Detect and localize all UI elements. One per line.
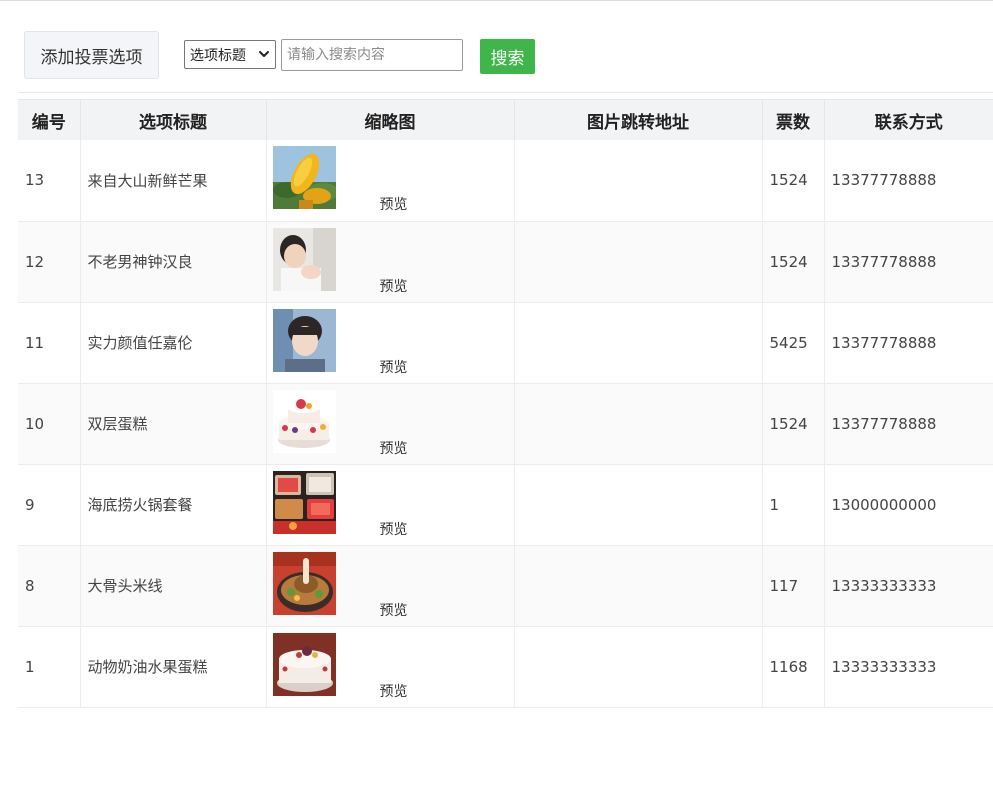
thumbnail-image[interactable] <box>272 389 336 453</box>
chevron-down-icon <box>259 51 269 57</box>
cell-id: 10 <box>18 383 81 465</box>
cell-contact: 13377778888 <box>824 140 993 222</box>
thumbnail-image[interactable] <box>272 470 336 534</box>
table-row: 12 不老男神钟汉良 预览 1524 13377778888 <box>18 221 993 303</box>
preview-link[interactable]: 预览 <box>380 438 408 458</box>
cell-title: 来自大山新鲜芒果 <box>80 140 267 222</box>
cell-contact: 13377778888 <box>824 302 993 384</box>
cell-link <box>514 302 763 384</box>
table-row: 9 海底捞火锅套餐 预览 1 13000000000 <box>18 464 993 546</box>
cell-contact: 13377778888 <box>824 383 993 465</box>
cell-thumbnail: 预览 <box>266 302 515 384</box>
cell-votes: 1524 <box>762 383 825 465</box>
cell-title: 实力颜值任嘉伦 <box>80 302 267 384</box>
preview-link[interactable]: 预览 <box>380 194 408 214</box>
preview-link[interactable]: 预览 <box>380 600 408 620</box>
cell-id: 9 <box>18 464 81 546</box>
cell-title: 不老男神钟汉良 <box>80 221 267 303</box>
cell-thumbnail: 预览 <box>266 140 515 222</box>
search-button[interactable]: 搜索 <box>480 39 535 74</box>
cell-link <box>514 221 763 303</box>
search-input[interactable] <box>281 39 463 71</box>
cell-contact: 13377778888 <box>824 221 993 303</box>
cell-link <box>514 545 763 627</box>
thumbnail-image[interactable] <box>272 551 336 615</box>
toolbar-divider <box>18 92 993 93</box>
table-row: 11 实力颜值任嘉伦 预览 5425 13377778888 <box>18 302 993 384</box>
cell-link <box>514 383 763 465</box>
table-row: 13 来自大山新鲜芒果 预览 1524 13377778888 <box>18 140 993 222</box>
cell-link <box>514 464 763 546</box>
preview-link[interactable]: 预览 <box>380 276 408 296</box>
vote-options-table: 编号 选项标题 缩略图 图片跳转地址 票数 联系方式 13 来自大山新鲜芒果 预览… <box>18 99 993 708</box>
table-row: 8 大骨头米线 预览 117 13333333333 <box>18 545 993 627</box>
preview-link[interactable]: 预览 <box>380 519 408 539</box>
thumbnail-image[interactable] <box>272 146 336 209</box>
add-vote-option-button[interactable]: 添加投票选项 <box>24 31 159 79</box>
preview-link[interactable]: 预览 <box>380 681 408 701</box>
search-field-select[interactable]: 选项标题 <box>184 40 276 69</box>
cell-link <box>514 140 763 222</box>
thumbnail-image[interactable] <box>272 308 336 372</box>
cell-thumbnail: 预览 <box>266 383 515 465</box>
column-header-id: 编号 <box>18 99 81 140</box>
cell-votes: 1524 <box>762 140 825 222</box>
cell-votes: 5425 <box>762 302 825 384</box>
thumbnail-image[interactable] <box>272 227 336 291</box>
column-header-votes: 票数 <box>762 99 825 140</box>
column-header-link: 图片跳转地址 <box>514 99 763 140</box>
table-header-row: 编号 选项标题 缩略图 图片跳转地址 票数 联系方式 <box>18 99 993 140</box>
search-field-select-value: 选项标题 <box>190 47 246 64</box>
cell-title: 大骨头米线 <box>80 545 267 627</box>
column-header-thumbnail: 缩略图 <box>266 99 515 140</box>
cell-title: 动物奶油水果蛋糕 <box>80 626 267 708</box>
cell-id: 1 <box>18 626 81 708</box>
cell-votes: 1524 <box>762 221 825 303</box>
preview-link[interactable]: 预览 <box>380 357 408 377</box>
cell-id: 12 <box>18 221 81 303</box>
cell-thumbnail: 预览 <box>266 545 515 627</box>
cell-votes: 1168 <box>762 626 825 708</box>
thumbnail-image[interactable] <box>272 632 336 696</box>
cell-votes: 1 <box>762 464 825 546</box>
table-row: 1 动物奶油水果蛋糕 预览 1168 13333333333 <box>18 626 993 708</box>
cell-id: 13 <box>18 140 81 222</box>
column-header-contact: 联系方式 <box>824 99 993 140</box>
cell-contact: 13333333333 <box>824 545 993 627</box>
cell-id: 8 <box>18 545 81 627</box>
cell-contact: 13333333333 <box>824 626 993 708</box>
toolbar: 添加投票选项 选项标题 搜索 <box>0 0 993 92</box>
cell-thumbnail: 预览 <box>266 221 515 303</box>
column-header-title: 选项标题 <box>80 99 267 140</box>
cell-thumbnail: 预览 <box>266 464 515 546</box>
cell-votes: 117 <box>762 545 825 627</box>
cell-title: 海底捞火锅套餐 <box>80 464 267 546</box>
cell-id: 11 <box>18 302 81 384</box>
cell-title: 双层蛋糕 <box>80 383 267 465</box>
cell-link <box>514 626 763 708</box>
table-row: 10 双层蛋糕 预览 1524 13377778888 <box>18 383 993 465</box>
cell-contact: 13000000000 <box>824 464 993 546</box>
cell-thumbnail: 预览 <box>266 626 515 708</box>
